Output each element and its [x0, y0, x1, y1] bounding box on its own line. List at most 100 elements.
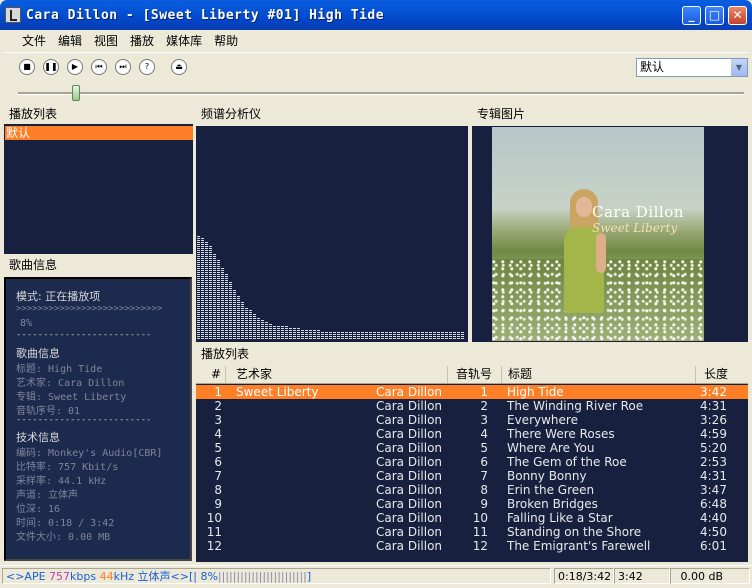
spectrum-bar: [325, 332, 328, 339]
spectrum-bar: [457, 332, 460, 339]
spectrum-bar: [253, 314, 256, 339]
table-row[interactable]: 1 Sweet Liberty Cara Dillon 1 High Tide 3:42: [196, 385, 748, 399]
track-number: 3: [214, 413, 222, 427]
progress-percent: 8%: [20, 318, 33, 329]
track-cell: 12: [472, 539, 488, 553]
table-row[interactable]: 12 Cara Dillon 12 The Emigrant's Farewell 6:…: [196, 539, 748, 553]
length-cell: 2:53: [700, 455, 727, 469]
cover-figure-arm: [596, 233, 606, 273]
spectrum-bar: [269, 323, 272, 339]
spectrum-bar: [317, 330, 320, 339]
maximize-button[interactable]: □: [705, 6, 724, 25]
table-row[interactable]: 5 Cara Dillon 5 Where Are You 5:20: [196, 441, 748, 455]
chevron-down-icon[interactable]: ▼: [731, 59, 747, 76]
next-icon[interactable]: ⏭: [115, 59, 131, 75]
track-cell: 2: [480, 399, 488, 413]
table-row[interactable]: 9 Cara Dillon 9 Broken Bridges 6:48: [196, 497, 748, 511]
spectrum-bar: [377, 332, 380, 339]
spectrum-bar: [361, 332, 364, 339]
spectrum-bar: [237, 296, 240, 339]
close-button[interactable]: ✕: [728, 6, 747, 25]
title-bar[interactable]: Cara Dillon - [Sweet Liberty #01] High T…: [0, 0, 752, 30]
status-codec-info: <>APE 757kbps 44kHz 立体声<>[| 8%||||||||||…: [2, 568, 551, 584]
seek-thumb[interactable]: [72, 85, 81, 101]
column-header-track[interactable]: 音轨号: [448, 366, 502, 383]
track-number: 10: [206, 511, 222, 525]
table-row[interactable]: 3 Cara Dillon 3 Everywhere 3:26: [196, 413, 748, 427]
spectrum-bar: [201, 238, 204, 339]
seek-bar[interactable]: [4, 80, 748, 104]
section-technical-info: 技术信息: [16, 431, 60, 444]
spectrum-bar: [425, 332, 428, 339]
track-cell: 6: [480, 455, 488, 469]
menu-edit[interactable]: 编辑: [52, 30, 88, 52]
artist-cell: Cara Dillon: [376, 539, 443, 553]
info-bitrate: 比特率: 757 Kbit/s: [16, 462, 119, 473]
spectrum-bar: [257, 317, 260, 339]
track-number: 4: [214, 427, 222, 441]
spectrum-bar: [289, 328, 292, 339]
info-samplerate: 采样率: 44.1 kHz: [16, 476, 107, 487]
spectrum-bar: [249, 310, 252, 339]
title-cell: Where Are You: [507, 441, 595, 455]
minimize-button[interactable]: _: [682, 6, 701, 25]
table-row[interactable]: 8 Cara Dillon 8 Erin the Green 3:47: [196, 483, 748, 497]
seek-track[interactable]: [18, 92, 744, 95]
playlist-item-default[interactable]: 默认: [5, 126, 193, 140]
separator: -------------------------: [16, 330, 152, 340]
song-info-panel-header: 歌曲信息: [4, 255, 193, 275]
spectrum-bar: [229, 281, 232, 339]
title-cell: Standing on the Shore: [507, 525, 642, 539]
play-icon[interactable]: ▶: [67, 59, 83, 75]
spectrum-bar: [365, 332, 368, 339]
track-number: 9: [214, 497, 222, 511]
spectrum-bars: [196, 199, 468, 339]
column-header-artist[interactable]: 艺术家: [226, 366, 448, 383]
spectrum-bar: [353, 332, 356, 339]
eject-icon[interactable]: ⏏: [171, 59, 187, 75]
table-row[interactable]: 6 Cara Dillon 6 The Gem of the Roe 2:53: [196, 455, 748, 469]
menu-file[interactable]: 文件: [16, 30, 52, 52]
length-cell: 4:31: [700, 469, 727, 483]
menu-library[interactable]: 媒体库: [160, 30, 208, 52]
track-number: 2: [214, 399, 222, 413]
progress-text: >>>>>>>>>>>>>>>>>>>>>>>>>>>: [16, 304, 163, 314]
menu-playback[interactable]: 播放: [124, 30, 160, 52]
title-cell: Erin the Green: [507, 483, 595, 497]
spectrum-bar: [385, 332, 388, 339]
info-filesize: 文件大小: 0.00 MB: [16, 532, 111, 543]
song-info-panel: 模式: 正在播放项 >>>>>>>>>>>>>>>>>>>>>>>>>>> 8%…: [4, 277, 192, 561]
table-row[interactable]: 11 Cara Dillon 11 Standing on the Shore 4:50: [196, 525, 748, 539]
pause-icon[interactable]: ❚❚: [43, 59, 59, 75]
column-header-title[interactable]: 标题: [502, 366, 696, 383]
track-cell: 10: [472, 511, 488, 525]
track-number: 1: [214, 385, 222, 399]
mode-line: 模式: 正在播放项: [16, 290, 101, 303]
spectrum-bar: [241, 301, 244, 339]
title-cell: Bonny Bonny: [507, 469, 587, 483]
length-cell: 6:48: [700, 497, 727, 511]
app-icon[interactable]: [5, 7, 21, 23]
column-header-length[interactable]: 长度: [696, 366, 748, 383]
table-row[interactable]: 10 Cara Dillon 10 Falling Like a Star 4:40: [196, 511, 748, 525]
spectrum-bar: [273, 325, 276, 339]
spectrum-bar: [337, 332, 340, 339]
random-icon[interactable]: ?: [139, 59, 155, 75]
spectrum-bar: [245, 307, 248, 339]
spectrum-bar: [293, 328, 296, 339]
track-cell: 11: [472, 525, 488, 539]
stop-icon[interactable]: ■: [19, 59, 35, 75]
table-row[interactable]: 7 Cara Dillon 7 Bonny Bonny 4:31: [196, 469, 748, 483]
dsp-preset-select[interactable]: 默认 ▼: [636, 58, 748, 77]
table-row[interactable]: 2 Cara Dillon 2 The Winding River Roe 4:31: [196, 399, 748, 413]
menu-view[interactable]: 视图: [88, 30, 124, 52]
previous-icon[interactable]: ⏮: [91, 59, 107, 75]
table-row[interactable]: 4 Cara Dillon 4 There Were Roses 4:59: [196, 427, 748, 441]
artist-cell: Cara Dillon: [376, 511, 443, 525]
info-bitdepth: 位深: 16: [16, 504, 61, 515]
spectrum-bar: [417, 332, 420, 339]
spectrum-bar: [209, 245, 212, 339]
menu-help[interactable]: 帮助: [208, 30, 244, 52]
separator: -------------------------: [16, 415, 152, 425]
column-header-num[interactable]: #: [196, 366, 226, 383]
